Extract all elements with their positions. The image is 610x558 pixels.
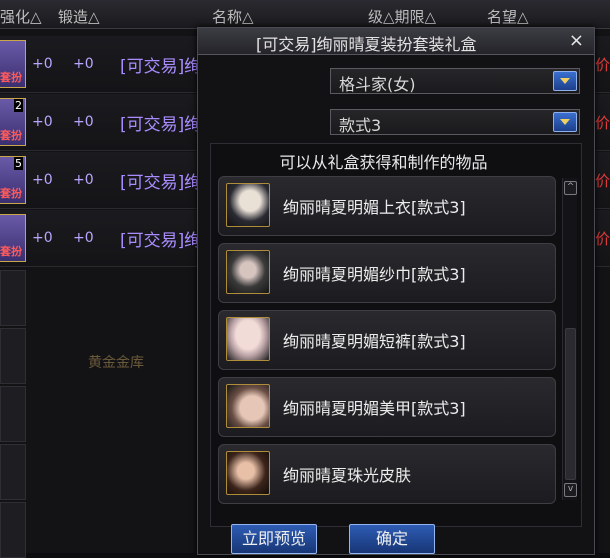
- reward-item[interactable]: 绚丽晴夏明媚短裤[款式3]: [218, 310, 556, 370]
- forge-value: +0: [73, 114, 94, 130]
- scrollbar-thumb[interactable]: [565, 328, 576, 480]
- item-name[interactable]: [可交易]绚丽晴夏装扮套装: [120, 110, 202, 135]
- item-name[interactable]: [可交易]绚丽晴夏装扮套装: [120, 226, 202, 251]
- item-name[interactable]: [可交易]绚丽晴夏装扮套装: [120, 168, 202, 193]
- forge-value: +0: [73, 56, 94, 72]
- reward-item-label: 绚丽晴夏珠光皮肤: [283, 466, 412, 485]
- reputation-column-header[interactable]: 名望△: [487, 6, 529, 27]
- empty-slot[interactable]: [0, 502, 26, 558]
- name-column-header[interactable]: 名称△: [212, 6, 254, 27]
- style-dropdown-value: 款式3: [339, 116, 382, 135]
- strengthen-column-header[interactable]: 强化△: [0, 6, 42, 27]
- reward-item[interactable]: 绚丽晴夏明媚美甲[款式3]: [218, 377, 556, 437]
- reward-item[interactable]: 绚丽晴夏明媚纱巾[款式3]: [218, 243, 556, 303]
- chevron-down-icon[interactable]: [553, 71, 577, 91]
- reward-list: 可以从礼盒获得和制作的物品 绚丽晴夏明媚上衣[款式3] 绚丽晴夏明媚纱巾[款式3…: [210, 143, 582, 527]
- level-limit-column-header[interactable]: 级△期限△: [368, 6, 436, 27]
- item-count: 5: [14, 157, 23, 170]
- gift-box-item-icon[interactable]: 套扮: [0, 214, 26, 262]
- skin-icon[interactable]: [226, 451, 270, 495]
- item-tag: 套扮: [0, 129, 22, 142]
- forge-value: +0: [73, 172, 94, 188]
- class-dropdown-value: 格斗家(女): [339, 75, 416, 94]
- gold-vault-label: 黄金金库: [88, 355, 144, 371]
- reward-item-label: 绚丽晴夏明媚纱巾[款式3]: [283, 265, 466, 284]
- reward-item-label: 绚丽晴夏明媚上衣[款式3]: [283, 198, 466, 217]
- reward-list-scrollbar[interactable]: ^ v: [562, 178, 577, 500]
- empty-slot[interactable]: [0, 270, 26, 326]
- nails-icon[interactable]: [226, 384, 270, 428]
- reward-item-label: 绚丽晴夏明媚美甲[款式3]: [283, 399, 466, 418]
- scroll-up-icon[interactable]: ^: [564, 181, 577, 195]
- dialog-title: [可交易]绚丽晴夏装扮套装礼盒: [256, 35, 477, 54]
- confirm-button[interactable]: 确定: [349, 524, 435, 554]
- dialog-title-bar[interactable]: [可交易]绚丽晴夏装扮套装礼盒 ×: [198, 28, 594, 55]
- shorts-icon[interactable]: [226, 317, 270, 361]
- reward-item[interactable]: 绚丽晴夏明媚上衣[款式3]: [218, 176, 556, 236]
- forge-column-header[interactable]: 锻造△: [58, 6, 100, 27]
- preview-button[interactable]: 立即预览: [231, 524, 317, 554]
- item-tag: 套扮: [0, 187, 22, 200]
- empty-slot[interactable]: [0, 444, 26, 500]
- item-tag: 套扮: [0, 71, 22, 84]
- empty-slot[interactable]: [0, 386, 26, 442]
- gift-box-item-icon[interactable]: 套扮: [0, 40, 26, 88]
- scroll-down-icon[interactable]: v: [564, 483, 577, 497]
- reward-item-label: 绚丽晴夏明媚短裤[款式3]: [283, 332, 466, 351]
- item-name[interactable]: [可交易]绚丽晴夏装扮套装: [120, 52, 202, 77]
- class-dropdown[interactable]: 格斗家(女): [330, 68, 580, 94]
- item-tag: 套扮: [0, 245, 22, 258]
- gift-box-item-icon[interactable]: 5 套扮: [0, 156, 26, 204]
- empty-slot[interactable]: [0, 328, 26, 384]
- strengthen-value: +0: [32, 230, 53, 246]
- gift-box-dialog: [可交易]绚丽晴夏装扮套装礼盒 × 格斗家(女) 款式3 可以从礼盒获得和制作的…: [197, 27, 595, 555]
- top-clothing-icon[interactable]: [226, 183, 270, 227]
- close-icon[interactable]: ×: [569, 30, 584, 51]
- scarf-icon[interactable]: [226, 250, 270, 294]
- strengthen-value: +0: [32, 114, 53, 130]
- strengthen-value: +0: [32, 56, 53, 72]
- style-dropdown[interactable]: 款式3: [330, 109, 580, 135]
- item-count: 2: [14, 99, 23, 112]
- chevron-down-icon[interactable]: [553, 112, 577, 132]
- forge-value: +0: [73, 230, 94, 246]
- inventory-header: 强化△ 锻造△ 名称△ 级△期限△ 名望△: [0, 0, 610, 29]
- gift-box-item-icon[interactable]: 2 套扮: [0, 98, 26, 146]
- reward-item[interactable]: 绚丽晴夏珠光皮肤: [218, 444, 556, 504]
- reward-list-heading: 可以从礼盒获得和制作的物品: [279, 153, 488, 172]
- strengthen-value: +0: [32, 172, 53, 188]
